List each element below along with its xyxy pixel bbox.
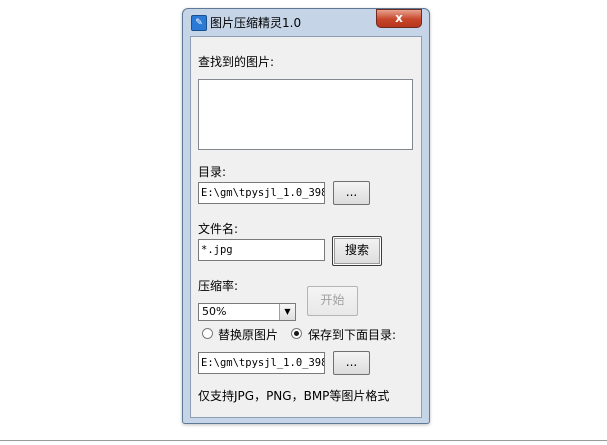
replace-original-radio[interactable] <box>202 328 213 339</box>
chevron-down-icon[interactable]: ▼ <box>279 304 295 320</box>
file-name-input[interactable]: *.jpg <box>198 239 325 261</box>
output-directory-browse-button[interactable]: ... <box>333 351 370 375</box>
formats-note: 仅支持JPG，PNG，BMP等图片格式 <box>198 389 390 403</box>
directory-input[interactable]: E:\gm\tpysjl_1.0_3987 <box>198 182 325 204</box>
close-button[interactable]: x <box>376 9 422 28</box>
radio-selected-dot <box>294 331 299 336</box>
save-to-directory-radio[interactable] <box>291 328 302 339</box>
compression-select-value: 50% <box>202 305 227 318</box>
directory-label: 目录: <box>198 165 227 179</box>
found-images-label: 查找到的图片: <box>198 55 275 69</box>
directory-browse-button[interactable]: ... <box>333 181 370 205</box>
file-name-label: 文件名: <box>198 222 239 236</box>
window-title: 图片压缩精灵1.0 <box>210 16 302 30</box>
app-icon: ✎ <box>191 15 207 31</box>
compression-label: 压缩率: <box>198 279 239 293</box>
found-images-list[interactable] <box>198 79 413 150</box>
start-button[interactable]: 开始 <box>307 286 358 316</box>
compression-select[interactable]: 50% ▼ <box>198 303 296 321</box>
dialog-client: 查找到的图片: 目录: E:\gm\tpysjl_1.0_3987 ... 文件… <box>190 36 422 418</box>
title-bar[interactable]: ✎ 图片压缩精灵1.0 x <box>183 9 429 35</box>
save-to-directory-label[interactable]: 保存到下面目录: <box>308 326 396 343</box>
output-directory-input[interactable]: E:\gm\tpysjl_1.0_3987 <box>198 352 325 374</box>
replace-original-label[interactable]: 替换原图片 <box>218 326 278 343</box>
search-button[interactable]: 搜索 <box>332 236 382 266</box>
bottom-divider <box>0 440 607 441</box>
main-window: ✎ 图片压缩精灵1.0 x 查找到的图片: 目录: E:\gm\tpysjl_1… <box>182 8 430 424</box>
